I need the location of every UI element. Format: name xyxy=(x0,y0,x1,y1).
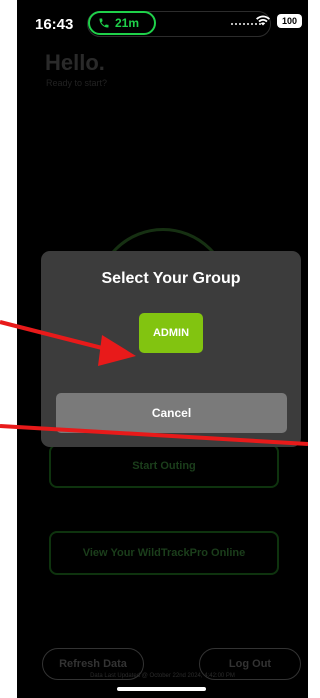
phone-screen: 16:43 21m 100 Hello. Ready to start? Sta… xyxy=(17,0,308,698)
dialog-title: Select Your Group xyxy=(101,270,241,287)
select-group-dialog: Select Your Group ADMIN Cancel xyxy=(41,251,301,447)
wifi-icon xyxy=(256,15,270,26)
status-time: 16:43 xyxy=(35,16,74,33)
greeting-subtitle: Ready to start? xyxy=(46,78,108,88)
battery-icon: 100 xyxy=(277,14,302,28)
admin-group-button[interactable]: ADMIN xyxy=(139,313,203,353)
view-online-button[interactable]: View Your WildTrackPro Online xyxy=(49,531,279,575)
cancel-button[interactable]: Cancel xyxy=(56,393,287,433)
last-updated-text: Data Last Updated @ October 22nd 2024, 4… xyxy=(90,673,235,679)
home-indicator[interactable] xyxy=(117,687,206,691)
dynamic-island[interactable]: 21m xyxy=(87,11,271,37)
call-duration: 21m xyxy=(115,16,140,30)
start-outing-button[interactable]: Start Outing xyxy=(49,444,279,488)
phone-icon xyxy=(99,18,109,28)
status-bar: 16:43 21m 100 xyxy=(17,0,308,44)
greeting-heading: Hello. xyxy=(45,50,105,75)
active-call-pill[interactable]: 21m xyxy=(88,11,156,35)
battery-level: 100 xyxy=(281,16,298,26)
